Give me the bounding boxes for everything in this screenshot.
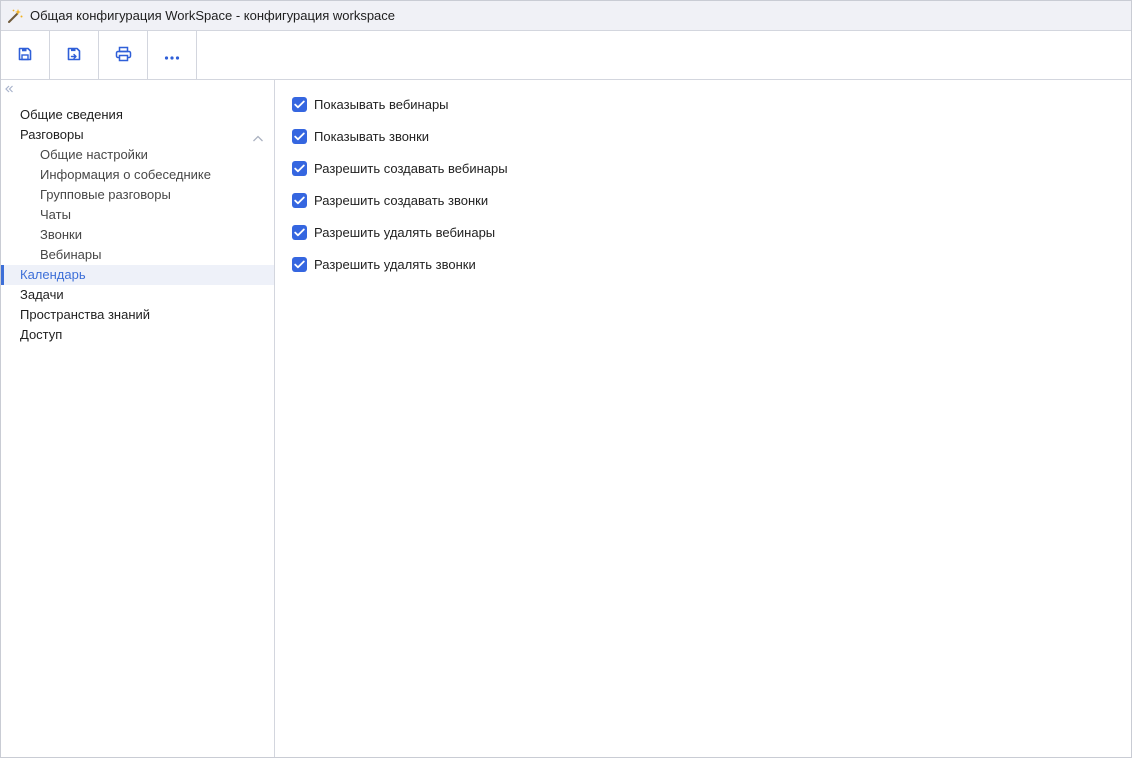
checkmark-icon[interactable] (292, 96, 307, 112)
sidebar-item-interlocutor-info[interactable]: Информация о собеседнике (1, 165, 274, 185)
sidebar-item-general-settings[interactable]: Общие настройки (1, 145, 274, 165)
sidebar-item-label: Чаты (40, 207, 71, 222)
checkbox-label: Разрешить удалять звонки (314, 256, 476, 272)
print-button[interactable] (99, 31, 148, 79)
settings-window: Общая конфигурация WorkSpace - конфигура… (0, 0, 1132, 758)
toolbar (1, 31, 1131, 80)
checkbox-label: Показывать вебинары (314, 96, 449, 112)
checkbox-label: Разрешить создавать звонки (314, 192, 489, 208)
save-and-close-icon (66, 46, 82, 65)
settings-panel: Показывать вебинары Показывать звонки Ра… (276, 80, 1131, 757)
checkmark-icon[interactable] (292, 160, 307, 176)
window-title: Общая конфигурация WorkSpace - конфигура… (30, 8, 396, 23)
checkmark-icon[interactable] (292, 256, 307, 272)
save-button[interactable] (1, 31, 50, 79)
sidebar-item-calls[interactable]: Звонки (1, 225, 274, 245)
checkbox-label: Разрешить создавать вебинары (314, 160, 508, 176)
sidebar-item-label: Задачи (20, 287, 64, 302)
allow-create-calls-checkbox[interactable]: Разрешить создавать звонки (292, 191, 488, 209)
sidebar-item-label: Звонки (40, 227, 82, 242)
sidebar-item-tasks[interactable]: Задачи (1, 285, 274, 305)
sidebar-item-label: Информация о собеседнике (40, 167, 211, 182)
title-bar: Общая конфигурация WorkSpace - конфигура… (1, 1, 1131, 31)
sidebar-item-label: Пространства знаний (20, 307, 151, 322)
sidebar-item-access[interactable]: Доступ (1, 325, 274, 345)
sidebar-item-label: Вебинары (40, 247, 102, 262)
sidebar-item-label: Разговоры (20, 127, 84, 142)
sidebar-item-knowledge-spaces[interactable]: Пространства знаний (1, 305, 274, 325)
sidebar-item-conversations[interactable]: Разговоры (1, 125, 274, 145)
checkbox-label: Показывать звонки (314, 128, 430, 144)
show-calls-checkbox[interactable]: Показывать звонки (292, 127, 429, 145)
checkmark-icon[interactable] (292, 224, 307, 240)
double-chevron-left-icon[interactable] (4, 82, 14, 93)
allow-create-webinars-checkbox[interactable]: Разрешить создавать вебинары (292, 159, 508, 177)
more-icon (164, 48, 180, 63)
sidebar-item-calendar[interactable]: Календарь (1, 265, 274, 285)
checkbox-label: Разрешить удалять вебинары (314, 224, 496, 240)
sidebar-item-label: Доступ (20, 327, 63, 342)
sidebar-item-chats[interactable]: Чаты (1, 205, 274, 225)
checkmark-icon[interactable] (292, 128, 307, 144)
chevron-up-icon[interactable] (252, 130, 264, 142)
show-webinars-checkbox[interactable]: Показывать вебинары (292, 95, 449, 113)
sidebar-item-label: Календарь (20, 267, 86, 282)
print-icon (115, 46, 132, 65)
allow-delete-calls-checkbox[interactable]: Разрешить удалять звонки (292, 255, 476, 273)
sidebar-item-label: Групповые разговоры (40, 187, 171, 202)
sidebar-item-label: Общие настройки (40, 147, 148, 162)
sidebar-item-general-info[interactable]: Общие сведения (1, 105, 274, 125)
more-button[interactable] (148, 31, 197, 79)
save-icon (17, 46, 33, 65)
sidebar-item-label: Общие сведения (20, 107, 123, 122)
magic-wand-icon (7, 8, 23, 24)
sidebar-nav: Общие сведения Разговоры Общие настройки… (1, 105, 274, 345)
sidebar: Общие сведения Разговоры Общие настройки… (1, 80, 275, 757)
sidebar-item-group-conversations[interactable]: Групповые разговоры (1, 185, 274, 205)
checkmark-icon[interactable] (292, 192, 307, 208)
sidebar-item-webinars[interactable]: Вебинары (1, 245, 274, 265)
allow-delete-webinars-checkbox[interactable]: Разрешить удалять вебинары (292, 223, 495, 241)
save-and-close-button[interactable] (50, 31, 99, 79)
